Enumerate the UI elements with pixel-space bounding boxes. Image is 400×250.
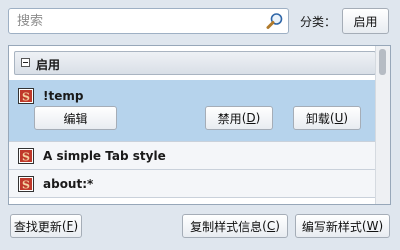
item-name: about:* — [43, 177, 94, 191]
category-selected: 启用 — [353, 14, 378, 29]
scrollbar[interactable] — [375, 46, 390, 204]
group-header-enabled[interactable]: 启用 — [14, 51, 376, 75]
stylish-s-icon: S — [18, 88, 34, 104]
collapse-icon[interactable] — [21, 58, 30, 67]
styles-list[interactable]: 启用 S !temp 编辑 禁用(D) 卸载(U) S A simple Tab… — [8, 45, 391, 205]
category-dropdown[interactable]: 启用 — [342, 8, 389, 34]
disable-button[interactable]: 禁用(D) — [205, 106, 273, 130]
list-item[interactable]: S !temp 编辑 禁用(D) 卸载(U) — [9, 80, 377, 142]
edit-button[interactable]: 编辑 — [34, 106, 117, 130]
svg-text:S: S — [22, 91, 30, 104]
search-input[interactable] — [9, 9, 263, 33]
list-item[interactable]: S about:* — [9, 170, 377, 198]
svg-text:S: S — [22, 179, 30, 192]
item-name: A simple Tab style — [43, 149, 166, 163]
stylish-s-icon: S — [18, 148, 34, 164]
list-item[interactable]: S A simple Tab style — [9, 142, 377, 170]
stylish-s-icon: S — [18, 176, 34, 192]
write-new-style-button[interactable]: 编写新样式(W) — [295, 214, 390, 238]
item-name: !temp — [43, 89, 84, 103]
search-icon[interactable] — [266, 12, 284, 30]
uninstall-button[interactable]: 卸载(U) — [293, 106, 361, 130]
category-label: 分类： — [300, 15, 337, 29]
check-updates-button[interactable]: 查找更新(F) — [10, 214, 82, 238]
group-label: 启用 — [36, 58, 61, 72]
copy-style-info-button[interactable]: 复制样式信息(C) — [182, 214, 288, 238]
svg-text:S: S — [22, 151, 30, 164]
search-box[interactable] — [8, 8, 289, 34]
scrollbar-thumb[interactable] — [379, 49, 386, 75]
